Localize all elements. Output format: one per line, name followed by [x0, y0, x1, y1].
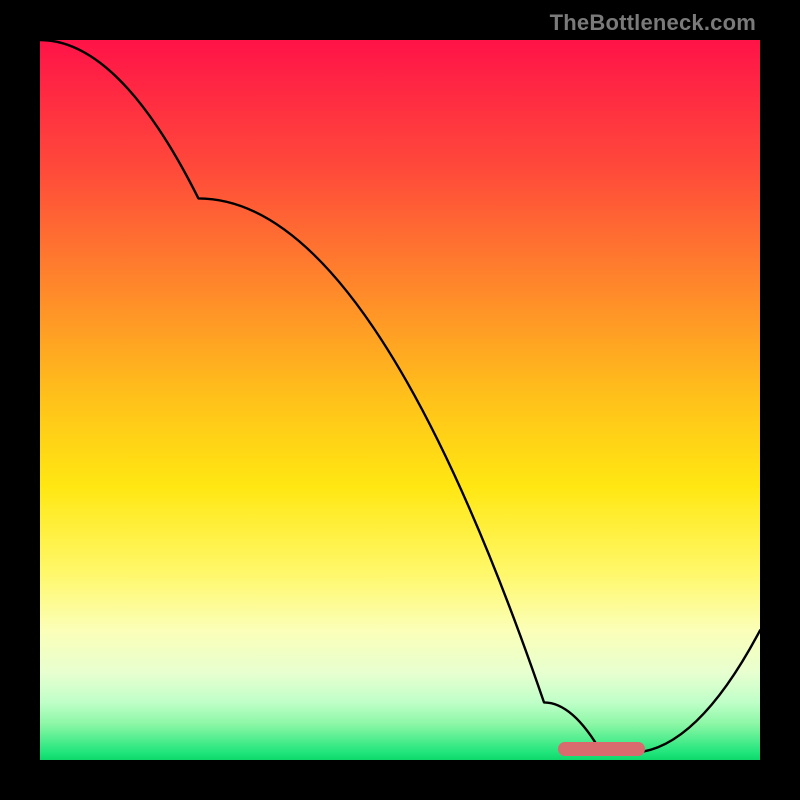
optimal-zone-marker [558, 742, 644, 756]
watermark-text: TheBottleneck.com [550, 10, 756, 36]
bottleneck-curve-path [40, 40, 760, 753]
curve-svg [40, 40, 760, 760]
plot-area [40, 40, 760, 760]
chart-frame: TheBottleneck.com [0, 0, 800, 800]
